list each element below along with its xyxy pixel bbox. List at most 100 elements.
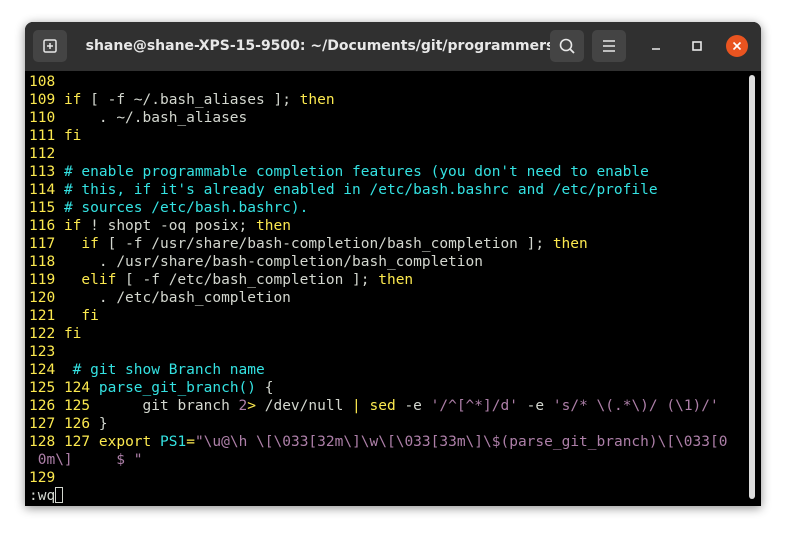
editor-line: 124 # git show Branch name — [29, 361, 745, 379]
code-token: 0m\] $ " — [37, 452, 143, 468]
line-number: 127 — [29, 416, 56, 432]
editor-line: 127 126 } — [29, 415, 745, 433]
code-token: 127 — [63, 434, 91, 450]
hamburger-menu-icon — [603, 40, 615, 52]
code-token: 125 — [63, 398, 91, 414]
editor-line: 120 . /etc/bash_completion — [29, 289, 745, 307]
line-number: 117 — [29, 236, 56, 252]
code-token: then — [552, 236, 588, 252]
code-token: # this, if it's already enabled in /etc/… — [63, 182, 658, 198]
line-number: 128 — [29, 434, 56, 450]
code-token: if — [81, 236, 99, 252]
new-tab-button[interactable] — [33, 30, 67, 62]
editor-line: 119 elif [ -f /etc/bash_completion ]; th… — [29, 271, 745, 289]
editor-line: 0m\] $ " — [29, 451, 745, 469]
close-button[interactable] — [726, 35, 748, 57]
line-number: 109 — [29, 92, 56, 108]
code-token: '/^[^*]/d' — [430, 398, 518, 414]
code-token: 126 — [63, 416, 91, 432]
line-number: 124 — [29, 362, 56, 378]
code-token: /dev/null — [256, 398, 353, 414]
line-number: 110 — [29, 110, 56, 126]
code-token: 124 — [63, 380, 91, 396]
line-number: 118 — [29, 254, 56, 270]
line-number: 108 — [29, 74, 56, 90]
terminal-view[interactable]: 108 109 if [ -f ~/.bash_aliases ]; then 11… — [25, 71, 761, 506]
editor-line: 122 fi — [29, 325, 745, 343]
code-token: then — [299, 92, 335, 108]
code-token: elif — [81, 272, 117, 288]
code-token: git branch — [90, 398, 239, 414]
code-token: { — [256, 380, 274, 396]
editor-line: 115 # sources /etc/bash.bashrc). — [29, 199, 745, 217]
command-line[interactable]: :wq — [29, 487, 745, 505]
scrollbar[interactable] — [749, 75, 755, 499]
code-token: -e — [517, 398, 553, 414]
code-token: # enable programmable completion feature… — [63, 164, 649, 180]
code-token: ! shopt -oq posix; — [81, 218, 257, 234]
line-number: 121 — [29, 308, 56, 324]
editor-text: 108 109 if [ -f ~/.bash_aliases ]; then 11… — [29, 73, 745, 505]
editor-line: 121 fi — [29, 307, 745, 325]
line-number: 129 — [29, 470, 56, 486]
code-token: = — [186, 434, 195, 450]
title-bar: shane@shane-XPS-15-9500: ~/Documents/git… — [25, 22, 761, 71]
line-number: 111 — [29, 128, 56, 144]
code-token: parse_git_branch() — [98, 380, 257, 396]
minimize-button[interactable] — [645, 35, 667, 57]
editor-line: 116 if ! shopt -oq posix; then — [29, 217, 745, 235]
search-button[interactable] — [550, 30, 584, 62]
editor-line: 111 fi — [29, 127, 745, 145]
code-token: then — [378, 272, 414, 288]
close-icon — [732, 41, 742, 51]
command-text: :wq — [29, 488, 56, 504]
editor-line: 108 — [29, 73, 745, 91]
code-token: fi — [63, 326, 82, 342]
line-number: 113 — [29, 164, 56, 180]
code-token: . ~/.bash_aliases — [63, 110, 248, 126]
line-number: 119 — [29, 272, 56, 288]
editor-line: 118 . /usr/share/bash-completion/bash_co… — [29, 253, 745, 271]
editor-line: 125 124 parse_git_branch() { — [29, 379, 745, 397]
code-token: then — [256, 218, 291, 234]
line-number: 116 — [29, 218, 56, 234]
code-token: [ -f ~/.bash_aliases ]; — [81, 92, 300, 108]
maximize-button[interactable] — [686, 35, 708, 57]
editor-line: 128 127 export PS1="\u@\h \[\033[32m\]\w… — [29, 433, 745, 451]
code-token: [ -f /usr/share/bash-completion/bash_com… — [98, 236, 553, 252]
menu-button[interactable] — [592, 30, 626, 62]
code-token: "\u@\h \[\033[32m\]\w\[\033[33m\]\$(pars… — [194, 434, 728, 450]
terminal-window: shane@shane-XPS-15-9500: ~/Documents/git… — [25, 22, 761, 506]
line-number: 123 — [29, 344, 56, 360]
code-token: > — [247, 398, 257, 414]
code-token: # git show Branch name — [72, 362, 265, 378]
search-icon — [559, 38, 575, 54]
code-token: if — [63, 92, 82, 108]
line-number: 114 — [29, 182, 56, 198]
code-token: fi — [63, 128, 82, 144]
editor-line: 129 — [29, 469, 745, 487]
editor-line: 112 — [29, 145, 745, 163]
code-token: # sources /etc/bash.bashrc). — [63, 200, 309, 216]
line-number: 120 — [29, 290, 56, 306]
line-number: 122 — [29, 326, 56, 342]
line-number: 112 — [29, 146, 56, 162]
code-token: . /etc/bash_completion — [63, 290, 291, 306]
line-number: 126 — [29, 398, 56, 414]
maximize-icon — [692, 41, 702, 51]
code-token: export — [98, 434, 152, 450]
new-tab-icon — [43, 39, 57, 53]
editor-line: 126 125 git branch 2> /dev/null | sed -e… — [29, 397, 745, 415]
editor-line: 114 # this, if it's already enabled in /… — [29, 181, 745, 199]
code-token: } — [90, 416, 108, 432]
code-token: if — [63, 218, 82, 234]
code-token: 2 — [238, 398, 248, 414]
code-token: PS1 — [160, 434, 187, 450]
